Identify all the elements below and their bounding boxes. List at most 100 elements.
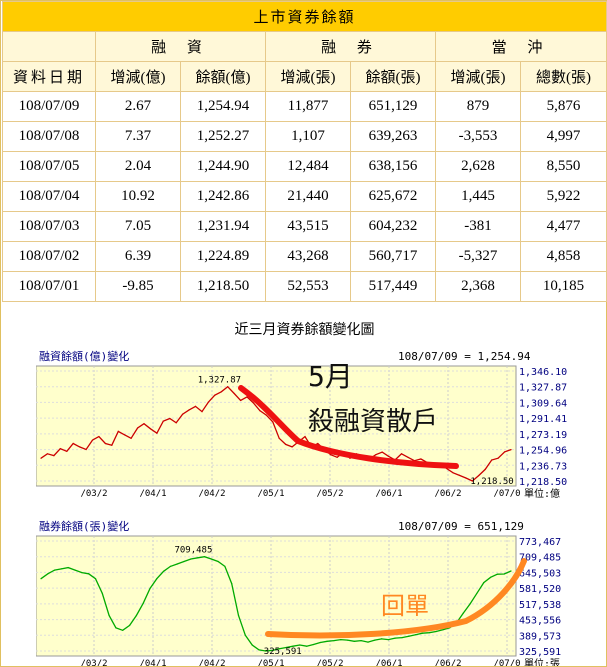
table-row: 108/07/02 6.39 1,224.89 43,268 560,717 -5,327… <box>2 241 607 272</box>
data-point <box>149 428 152 430</box>
table-row: 108/07/04 10.92 1,242.86 21,440 625,672 1,445… <box>2 181 607 212</box>
data-point <box>394 637 396 639</box>
group-daytrade: 當 沖 <box>434 31 607 62</box>
table-cell: 11,877 <box>265 91 351 122</box>
column-header: 增減(張) <box>265 61 351 92</box>
data-point <box>442 629 444 631</box>
x-tick-label: /06/2 <box>434 489 461 499</box>
data-point <box>220 391 222 393</box>
chart-header-value: 108/07/09 = 1,254.94 <box>398 350 531 363</box>
table-cell: 560,717 <box>350 241 436 272</box>
data-point <box>47 573 49 575</box>
data-point <box>88 573 90 575</box>
data-point <box>278 437 280 439</box>
data-point <box>484 468 486 470</box>
y-tick-label: 1,309.64 <box>519 398 567 409</box>
data-point <box>137 427 139 429</box>
table-cell: 517,449 <box>350 271 436 302</box>
x-tick-label: /04/2 <box>198 489 225 499</box>
table-cell: 638,156 <box>350 151 436 182</box>
table-row: 108/07/08 7.37 1,252.27 1,107 639,263 -3,553 4… <box>2 121 607 152</box>
table-row: 108/07/01 -9.85 1,218.50 52,553 517,449 2,368… <box>2 271 607 302</box>
table-row: 108/07/09 2.67 1,254.94 11,877 651,129 879 5,8… <box>2 91 607 122</box>
data-point <box>74 569 76 571</box>
data-point <box>108 614 110 617</box>
data-point <box>227 386 229 388</box>
chart-title: 融券餘額(張)變化 <box>39 519 129 533</box>
data-point <box>156 578 158 580</box>
data-point <box>319 641 321 644</box>
data-point <box>60 568 62 570</box>
data-point <box>435 630 437 633</box>
table-cell: 108/07/04 <box>2 181 96 212</box>
data-point <box>388 455 390 457</box>
data-point <box>40 457 42 459</box>
data-point <box>400 453 403 455</box>
table-cell: -5,327 <box>435 241 521 272</box>
data-point <box>91 439 94 441</box>
data-point <box>408 635 410 637</box>
annotation-text: 殺融資散戶 <box>308 407 438 437</box>
data-point <box>387 639 389 641</box>
data-point <box>143 423 145 425</box>
table-cell: 1,107 <box>265 121 351 152</box>
data-point <box>306 645 308 647</box>
data-point <box>285 443 287 445</box>
x-tick-label: /05/1 <box>257 489 284 499</box>
data-point <box>265 414 267 416</box>
data-point <box>415 634 417 636</box>
data-point <box>491 459 493 461</box>
y-tick-label: 1,218.50 <box>519 477 567 488</box>
data-point <box>258 649 260 651</box>
max-label: 1,327.87 <box>198 376 241 386</box>
data-point <box>201 411 203 413</box>
table-cell: 4,858 <box>519 241 607 272</box>
data-point <box>233 392 235 395</box>
data-point <box>59 448 61 450</box>
data-point <box>317 442 319 445</box>
data-point <box>251 644 253 646</box>
table-cell: -9.85 <box>95 271 181 302</box>
x-tick-label: /06/1 <box>375 489 402 499</box>
table-cell: 108/07/05 <box>2 151 96 182</box>
data-point <box>197 557 199 559</box>
data-point <box>237 614 240 617</box>
data-point <box>85 448 87 451</box>
data-point <box>210 558 212 560</box>
table-cell: 1,224.89 <box>180 241 266 272</box>
table-cell: 43,515 <box>265 211 351 242</box>
table-cell: 4,477 <box>519 211 607 242</box>
column-header: 總數(張) <box>519 61 607 92</box>
data-point <box>162 420 164 422</box>
data-point <box>326 640 328 642</box>
data-point <box>465 477 467 479</box>
table-cell: 5,922 <box>519 181 607 212</box>
short-balance-chart: 融券餘額(張)變化 108/07/09 = 651,129/03/2/04/1/0… <box>36 519 561 666</box>
column-header: 餘額(億) <box>180 61 266 92</box>
table-cell: -381 <box>435 211 521 242</box>
data-point <box>478 474 480 477</box>
table-cell: 879 <box>435 91 521 122</box>
table-cell: 1,231.94 <box>180 211 266 242</box>
data-point <box>336 456 338 458</box>
charts-title: 近三月資券餘額變化圖 <box>234 322 375 338</box>
data-point <box>346 639 349 641</box>
data-point <box>374 639 376 641</box>
plot-area <box>36 535 517 657</box>
data-point <box>194 405 197 407</box>
table-cell: 5,876 <box>519 91 607 122</box>
data-point <box>458 474 461 476</box>
data-point <box>72 442 74 445</box>
table-cell: 108/07/01 <box>2 271 96 302</box>
annotation-label: 回單 <box>381 592 429 620</box>
data-point <box>240 399 242 401</box>
data-point <box>510 449 512 451</box>
data-point <box>252 402 255 404</box>
group-margin: 融 資 <box>95 31 266 62</box>
y-tick-label: 517,538 <box>519 600 561 611</box>
table-cell: 2.67 <box>95 91 181 122</box>
x-tick-label: /03/2 <box>80 659 107 666</box>
data-point <box>169 417 171 420</box>
data-point <box>149 587 151 590</box>
data-point <box>188 409 190 411</box>
